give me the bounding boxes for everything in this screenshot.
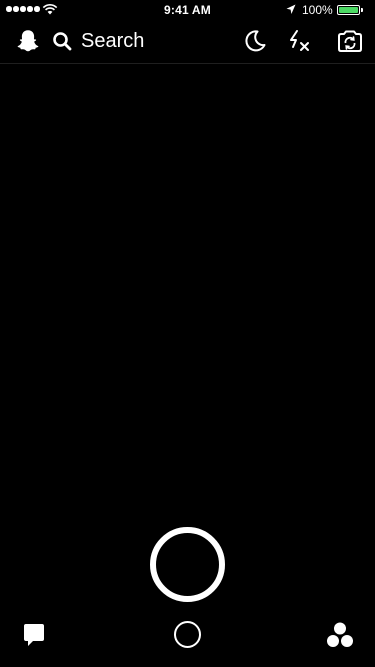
night-mode-moon-icon[interactable] [242, 28, 268, 54]
battery-tip [361, 8, 363, 12]
battery-level-fill [339, 7, 358, 13]
flip-camera-icon[interactable] [336, 27, 364, 55]
search-bar[interactable]: Search [52, 26, 144, 56]
location-arrow-icon [286, 4, 296, 14]
search-label: Search [81, 30, 145, 52]
capture-button[interactable] [150, 527, 225, 602]
search-icon [53, 32, 72, 51]
stories-icon[interactable] [326, 621, 354, 649]
chat-bubble-icon[interactable] [22, 622, 46, 648]
camera-top-bar: Search [0, 20, 375, 64]
status-bar: 9:41 AM 100% [0, 0, 375, 20]
battery-icon [337, 5, 360, 15]
flash-off-icon[interactable] [286, 28, 312, 54]
snapchat-ghost-icon[interactable] [15, 28, 41, 54]
battery-percentage: 100% [302, 3, 333, 17]
memories-circle-icon[interactable] [174, 621, 201, 648]
